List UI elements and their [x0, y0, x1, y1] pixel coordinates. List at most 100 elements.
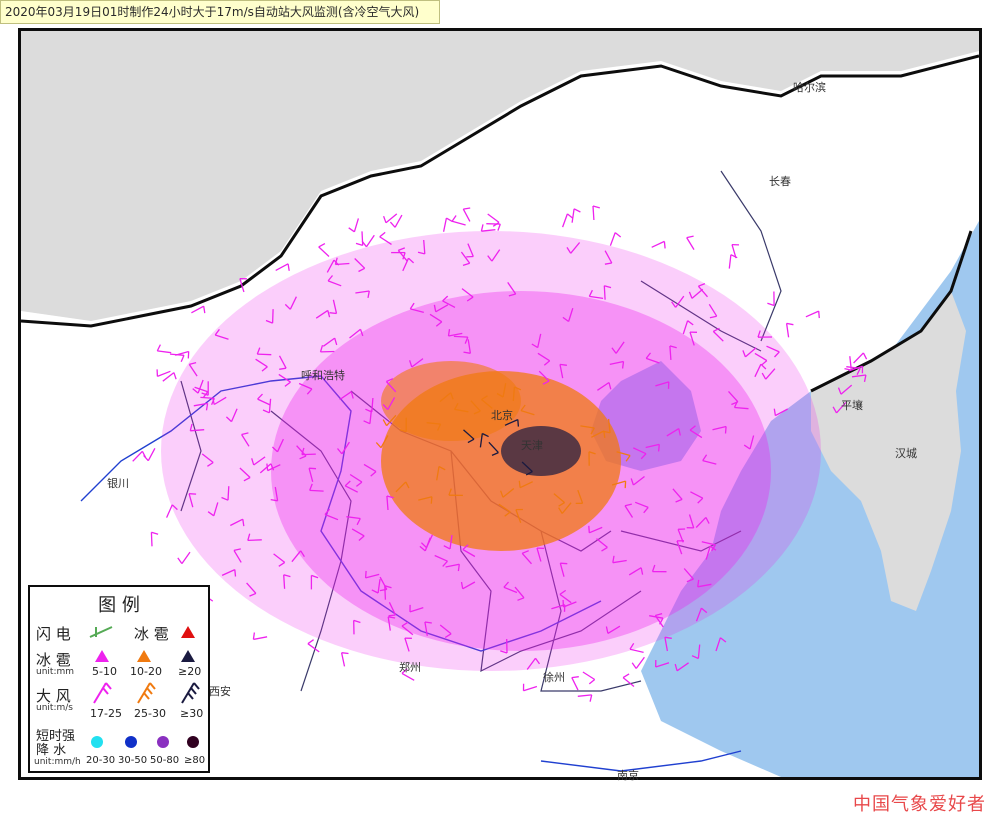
map-legend: 图 例 闪 电 冰 雹 冰 雹 unit:mm 5-10 10-20 ≥20 大…	[28, 585, 210, 773]
wind-value-2: 25-30	[134, 707, 166, 720]
wind-barb	[805, 310, 819, 318]
wind-barb-flag	[364, 570, 367, 578]
city-tianjin: 天津	[521, 439, 543, 452]
map-title: 2020年03月19日01时制作24小时大于17m/s自动站大风监测(含冷空气大…	[5, 5, 420, 19]
wind-barb	[442, 217, 448, 232]
wind-barb	[157, 350, 172, 354]
rain-50-80-icon	[157, 736, 169, 748]
legend-hail-unit: unit:mm	[36, 667, 75, 677]
wind-barb-flag	[631, 662, 637, 669]
wind-barb	[651, 240, 665, 248]
wind-barb-flag	[592, 205, 600, 209]
wind-barb-flag	[588, 525, 590, 533]
wind-barb-flag	[318, 243, 326, 248]
wind-barb-flag	[560, 562, 568, 565]
wind-barb	[609, 232, 616, 246]
legend-title: 图 例	[98, 595, 140, 616]
city-xuzhou: 徐州	[543, 671, 565, 684]
wind-barb-flag	[451, 215, 457, 222]
wind-barb-flag	[151, 531, 159, 535]
wind-barb	[247, 539, 262, 542]
wind-barb-flag	[818, 311, 820, 319]
wind-barb	[582, 671, 596, 681]
wind-barb-flag	[309, 467, 317, 470]
wind-value-3: ≥30	[180, 707, 204, 720]
wind-barb-flag	[518, 480, 521, 488]
wind-barb-flag	[252, 632, 256, 640]
legend-rain-label-2: 降 水	[36, 743, 67, 758]
hail-red-icon	[181, 626, 195, 638]
wind-barb-flag	[767, 302, 775, 307]
wind-barb	[301, 453, 316, 456]
wind-barb	[577, 694, 592, 697]
wind-barb-flag	[379, 231, 386, 238]
city-yinchuan: 银川	[107, 477, 129, 490]
wind-ge30-icon	[181, 682, 200, 704]
wind-barb	[309, 489, 324, 492]
wind-barb-flag	[180, 355, 185, 362]
city-nanjing: 南京	[617, 769, 639, 782]
wind-barb	[181, 551, 191, 564]
city-xian: 西安	[209, 685, 231, 698]
wind-barb	[283, 574, 286, 589]
wind-barb-flag	[389, 221, 396, 228]
wind-barb	[462, 208, 471, 222]
wind-barb	[340, 652, 346, 667]
wind-17-25-icon	[93, 682, 112, 704]
wind-barb	[686, 237, 695, 250]
wind-barb	[150, 532, 153, 547]
hail-ge20-icon	[181, 650, 195, 662]
rain-20-30-icon	[91, 736, 103, 748]
wind-barb-flag	[177, 557, 183, 564]
wind-barb-flag	[786, 322, 794, 326]
wind-barb	[385, 213, 398, 224]
wind-barb	[253, 636, 268, 641]
hail-value-3: ≥20	[178, 665, 202, 678]
wind-barb-flag	[329, 312, 337, 315]
wind-barb-flag	[287, 263, 290, 271]
wind-barb	[147, 447, 156, 462]
wind-barb-flag	[571, 676, 579, 679]
hail-value-1: 5-10	[92, 665, 117, 678]
wind-barb	[307, 643, 320, 653]
wind-barb	[849, 356, 852, 371]
rain-value-1: 20-30	[86, 755, 116, 766]
wind-barb-flag	[686, 235, 694, 239]
wind-barb	[451, 220, 466, 226]
city-harbin: 哈尔滨	[793, 81, 826, 94]
wind-barb	[592, 205, 595, 221]
wind-barb-flag	[621, 361, 625, 369]
wind-barb	[523, 685, 538, 692]
wind-barb	[166, 504, 173, 518]
wind-barb	[353, 218, 360, 232]
wind-barb-flag	[341, 652, 349, 655]
wind-barb	[481, 229, 496, 232]
rain-30-50-icon	[125, 736, 137, 748]
wind-barb-flag	[730, 254, 738, 259]
wind-barb-flag	[622, 673, 630, 679]
wind-barb-flag	[307, 639, 314, 645]
legend-lightning-label: 闪 电	[36, 625, 71, 643]
wind-barb	[853, 352, 864, 364]
wind-barb	[257, 353, 272, 356]
city-seoul: 汉城	[895, 447, 917, 460]
map-header: 2020年03月19日01时制作24小时大于17m/s自动站大风监测(含冷空气大…	[0, 0, 440, 24]
rain-value-4: ≥80	[184, 755, 206, 766]
wind-barb-flag	[588, 678, 596, 685]
city-hohhot: 呼和浩特	[301, 369, 345, 382]
yangtze-river	[540, 750, 742, 772]
wind-barb-flag	[559, 363, 567, 366]
wind-barb	[571, 208, 575, 223]
wind-barb-flag	[566, 213, 574, 219]
wind-barb-flag	[463, 207, 471, 210]
wind-barb-flag	[517, 419, 520, 427]
hail-value-2: 10-20	[130, 665, 162, 678]
wind-barb-flag	[382, 215, 387, 224]
wind-barb	[571, 677, 579, 691]
wind-barb-flag	[457, 564, 460, 572]
wind-barb-flag	[446, 217, 453, 223]
wind-barb-flag	[388, 614, 396, 617]
wind-barb	[728, 254, 732, 269]
wind-barb	[394, 214, 403, 228]
wind-barb	[157, 370, 171, 378]
